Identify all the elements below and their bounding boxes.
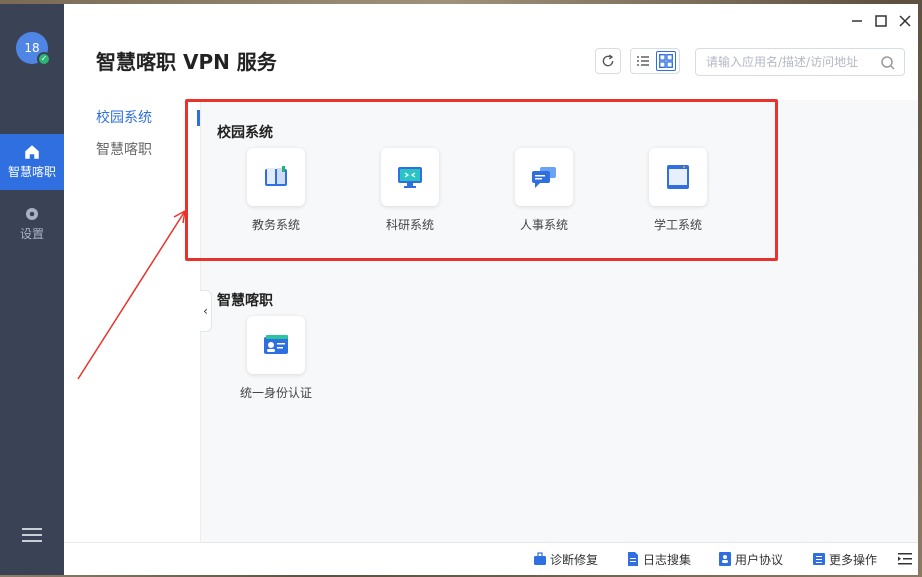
footer-label: 诊断修复 <box>550 553 599 567</box>
user-book-icon <box>719 552 731 566</box>
close-icon[interactable] <box>896 12 914 30</box>
chevron-left-icon: ‹ <box>203 304 208 318</box>
user-agreement-button[interactable]: 用户协议 <box>719 552 783 568</box>
footer-label: 用户协议 <box>735 553 784 567</box>
more-actions-button[interactable]: 更多操作 <box>813 552 877 568</box>
document-icon <box>628 552 638 566</box>
sidebar-item-home[interactable]: 智慧喀职 <box>0 134 64 190</box>
minimize-icon[interactable] <box>848 12 866 30</box>
app-window: 18 ✓ 智慧喀职 设置 智慧喀职 VPN 服务 请输入应用名/描述/访问地址 … <box>0 4 918 575</box>
maximize-icon[interactable] <box>872 12 890 30</box>
id-card-icon <box>264 335 288 354</box>
section-title: 智慧喀职 <box>217 293 273 309</box>
refresh-icon <box>602 54 614 67</box>
search-box <box>695 48 905 76</box>
sidebar-item-settings[interactable]: 设置 <box>0 196 64 252</box>
collapse-menu-icon[interactable] <box>898 553 912 565</box>
page-title: 智慧喀职 VPN 服务 <box>96 50 277 74</box>
sidebar-item-label: 设置 <box>19 227 44 241</box>
list-view-icon[interactable] <box>633 51 653 71</box>
gear-icon <box>26 208 38 220</box>
home-icon <box>25 145 39 159</box>
hamburger-menu-icon[interactable] <box>22 528 42 544</box>
highlight-box <box>185 99 778 261</box>
annotation-arrow <box>77 210 186 380</box>
search-input[interactable] <box>706 53 876 71</box>
view-toggle <box>630 48 680 74</box>
category-smart-kashgar[interactable]: 智慧喀职 <box>96 140 152 172</box>
category-campus-systems[interactable]: 校园系统 <box>96 108 152 140</box>
category-nav: 校园系统 智慧喀职 <box>96 108 152 172</box>
sidebar: 18 ✓ 智慧喀职 设置 <box>0 4 64 575</box>
log-collect-button[interactable]: 日志搜集 <box>627 552 691 568</box>
footer-label: 日志搜集 <box>643 553 692 567</box>
footer-bar: 诊断修复 日志搜集 用户协议 更多操作 <box>64 542 918 575</box>
footer-label: 更多操作 <box>829 553 878 567</box>
toolbox-icon <box>534 552 546 565</box>
app-unified-auth[interactable]: 统一身份认证 <box>236 316 316 401</box>
app-label: 统一身份认证 <box>239 386 312 400</box>
grid-view-icon[interactable] <box>656 51 676 71</box>
online-check-icon: ✓ <box>37 52 51 66</box>
refresh-button[interactable] <box>595 48 621 74</box>
diagnose-button[interactable]: 诊断修复 <box>534 552 598 568</box>
collapse-button[interactable]: ‹ <box>200 290 212 332</box>
sidebar-item-label: 智慧喀职 <box>7 165 56 179</box>
search-icon[interactable] <box>880 55 896 71</box>
app-tile <box>247 316 305 374</box>
list-icon <box>813 553 825 565</box>
